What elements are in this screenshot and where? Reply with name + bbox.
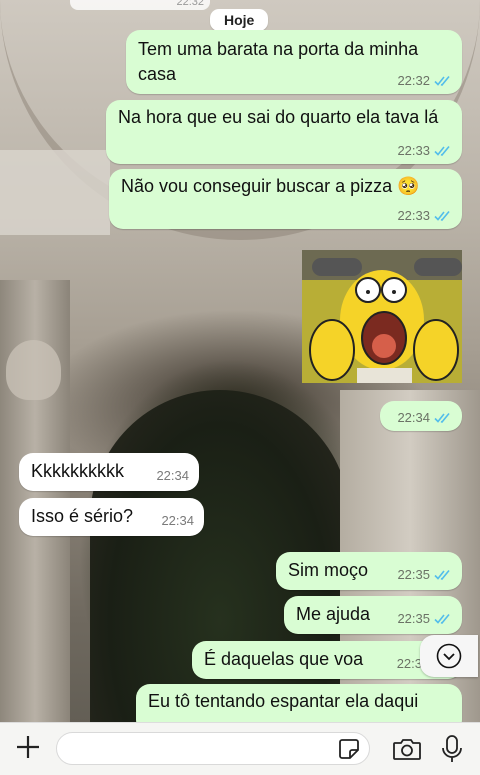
message-meta: 22:34 xyxy=(156,469,189,483)
message-meta: 22:35 xyxy=(397,612,452,626)
double-check-icon xyxy=(434,75,450,87)
message-bubble-outgoing[interactable]: Me ajuda 22:35 xyxy=(284,596,462,634)
message-time: 22:34 xyxy=(161,513,194,528)
double-check-icon xyxy=(434,210,450,222)
message-text: Na hora que eu sai do quarto ela tava lá xyxy=(118,107,439,127)
message-bubble-outgoing[interactable]: Tem uma barata na porta da minha casa 22… xyxy=(126,30,462,94)
previous-message-peek: 22:32 xyxy=(70,0,210,10)
message-time: 22:35 xyxy=(397,567,430,582)
message-composer xyxy=(0,722,480,775)
message-meta: 22:34 xyxy=(161,514,194,528)
scroll-to-bottom-button[interactable] xyxy=(420,635,478,677)
message-time: 22:3 xyxy=(396,656,422,671)
double-check-icon xyxy=(434,145,450,157)
message-time: 22:34 xyxy=(156,468,189,483)
message-meta: 22:3 xyxy=(397,657,422,671)
message-meta: 22:34 xyxy=(397,411,452,425)
message-input[interactable] xyxy=(56,732,370,765)
message-time: 22:32 xyxy=(397,73,430,88)
message-bubble-outgoing[interactable]: Não vou conseguir buscar a pizza 🥺 22:33 xyxy=(109,169,462,229)
message-time: 22:33 xyxy=(397,208,430,223)
message-meta: 22:35 xyxy=(397,568,452,582)
camera-icon[interactable] xyxy=(392,737,422,761)
microphone-icon[interactable] xyxy=(440,734,464,764)
double-check-icon xyxy=(434,412,450,424)
double-check-icon xyxy=(434,613,450,625)
message-time: 22:35 xyxy=(397,611,430,626)
message-meta: 22:32 xyxy=(397,74,452,88)
message-text: Não vou conseguir buscar a pizza 🥺 xyxy=(121,176,420,196)
sticker-meta-bubble: 22:34 xyxy=(380,401,462,431)
message-bubble-incoming[interactable]: Kkkkkkkkkk 22:34 xyxy=(19,453,199,491)
message-meta: 22:33 xyxy=(397,209,452,223)
message-text: Eu tô tentando espantar ela daqui xyxy=(148,691,419,711)
sticker-icon[interactable] xyxy=(338,738,360,760)
double-check-icon xyxy=(434,569,450,581)
homer-simpson-screaming-icon xyxy=(302,250,462,383)
message-bubble-incoming[interactable]: Isso é sério? 22:34 xyxy=(19,498,204,536)
message-bubble-outgoing[interactable]: Na hora que eu sai do quarto ela tava lá… xyxy=(106,100,462,164)
message-time: 22:34 xyxy=(397,410,430,425)
message-bubble-outgoing[interactable]: Sim moço 22:35 xyxy=(276,552,462,590)
message-time: 22:33 xyxy=(397,143,430,158)
date-divider: Hoje xyxy=(210,9,269,31)
plus-icon[interactable] xyxy=(14,733,42,761)
message-meta: 22:33 xyxy=(397,144,452,158)
chevron-down-icon xyxy=(436,643,462,669)
homer-simpson-sticker[interactable] xyxy=(302,250,462,383)
